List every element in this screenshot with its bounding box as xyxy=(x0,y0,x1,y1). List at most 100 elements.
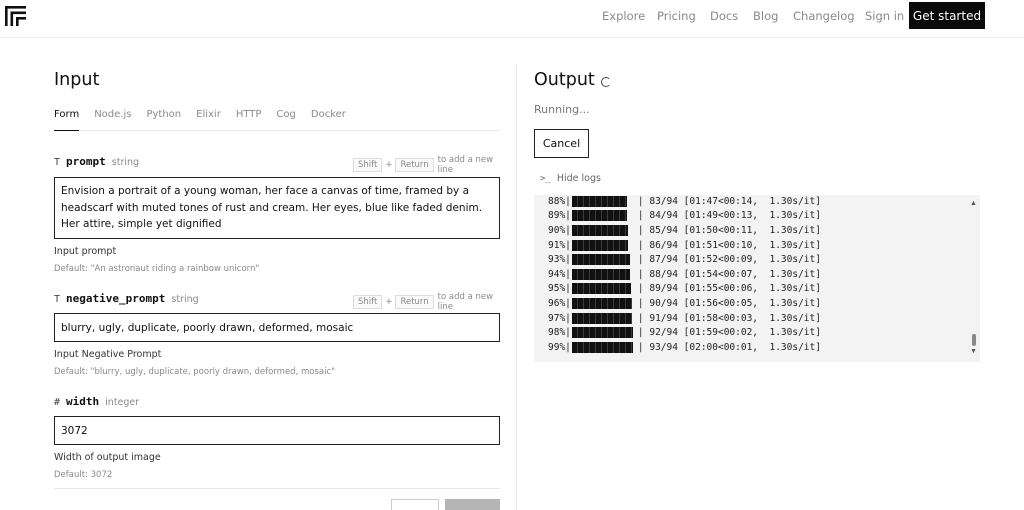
log-detail: 88/94 [01:54<00:07, 1.30s/it] xyxy=(643,268,821,280)
log-progress-bar xyxy=(571,224,628,236)
log-percent: 94% xyxy=(548,268,566,280)
shift-key: Shift xyxy=(353,158,383,172)
tab-nodejs[interactable]: Node.js xyxy=(94,106,131,131)
output-title: Output xyxy=(534,70,595,90)
scroll-up-arrow-icon[interactable]: ▲ xyxy=(970,200,977,207)
width-field-type: integer xyxy=(105,397,140,408)
nav-link-explore[interactable]: Explore xyxy=(602,9,645,23)
log-bar-left-edge: | xyxy=(565,297,571,309)
log-progress-bar xyxy=(571,254,630,266)
log-progress-bar xyxy=(571,327,633,339)
newline-hint-text: to add a new line xyxy=(437,155,494,175)
plus-sign: + xyxy=(385,160,393,170)
tab-elixir[interactable]: Elixir xyxy=(196,106,221,131)
log-detail: 85/94 [01:50<00:11, 1.30s/it] xyxy=(643,224,821,236)
log-bar-left-edge: | xyxy=(565,224,571,236)
width-label: # width integer xyxy=(54,395,139,408)
log-detail: 92/94 [01:59<00:02, 1.30s/it] xyxy=(643,327,821,339)
reset-button[interactable] xyxy=(391,499,439,510)
log-line: 93% | | 87/94 [01:52<00:09, 1.30s/it] xyxy=(548,252,821,267)
prompt-label: T prompt string xyxy=(54,155,139,168)
log-line: 99% | | 93/94 [02:00<00:01, 1.30s/it] xyxy=(548,340,821,355)
hide-logs-toggle[interactable]: >_ Hide logs xyxy=(540,173,601,184)
log-line: 88% | | 83/94 [01:47<00:14, 1.30s/it] xyxy=(548,195,821,209)
log-bar-left-edge: | xyxy=(565,239,571,251)
text-type-icon: T xyxy=(54,157,61,168)
nav-link-pricing[interactable]: Pricing xyxy=(657,9,696,23)
nav-link-docs[interactable]: Docs xyxy=(710,9,738,23)
tab-form[interactable]: Form xyxy=(54,106,80,131)
prompt-textarea[interactable]: Envision a portrait of a young woman, he… xyxy=(54,177,500,239)
run-button[interactable] xyxy=(445,499,500,510)
log-progress-bar xyxy=(571,283,631,295)
log-percent: 98% xyxy=(548,327,566,339)
tab-cog[interactable]: Cog xyxy=(276,106,295,131)
form-divider xyxy=(54,488,500,489)
newline-hint: Shift + Return to add a new line xyxy=(353,155,500,175)
log-progress-bar xyxy=(571,239,628,251)
log-detail: 90/94 [01:56<00:05, 1.30s/it] xyxy=(643,297,821,309)
log-detail: 87/94 [01:52<00:09, 1.30s/it] xyxy=(643,254,821,266)
text-type-icon: T xyxy=(54,294,61,305)
cancel-button[interactable]: Cancel xyxy=(534,129,589,158)
hide-logs-label: Hide logs xyxy=(556,173,601,184)
return-key: Return xyxy=(395,158,434,172)
logs-panel[interactable]: 88% | | 83/94 [01:47<00:14, 1.30s/it] 89% | |… xyxy=(534,195,980,362)
log-progress-bar xyxy=(571,210,627,222)
log-percent: 89% xyxy=(548,210,566,222)
log-percent: 96% xyxy=(548,297,566,309)
number-type-icon: # xyxy=(54,397,61,408)
output-heading: Output xyxy=(534,70,611,90)
newline-hint: Shift + Return to add a new line xyxy=(353,292,500,312)
log-progress-bar xyxy=(571,341,633,353)
log-progress-bar xyxy=(571,297,632,309)
return-key: Return xyxy=(395,295,434,309)
log-line: 96% | | 90/94 [01:56<00:05, 1.30s/it] xyxy=(548,296,821,311)
scroll-down-arrow-icon[interactable]: ▼ xyxy=(970,348,977,355)
log-progress-bar xyxy=(571,268,630,280)
width-default: Default: 3072 xyxy=(54,470,113,480)
log-line: 95% | | 89/94 [01:55<00:06, 1.30s/it] xyxy=(548,282,821,297)
negative-prompt-help: Input Negative Prompt xyxy=(54,349,162,360)
log-bar-left-edge: | xyxy=(565,268,571,280)
log-bar-left-edge: | xyxy=(565,210,571,222)
input-tabs: Form Node.js Python Elixir HTTP Cog Dock… xyxy=(54,106,500,131)
width-field-name: width xyxy=(66,395,100,408)
nav-link-sign-in[interactable]: Sign in xyxy=(865,9,904,23)
width-help: Width of output image xyxy=(54,452,161,463)
nav-link-blog[interactable]: Blog xyxy=(753,9,778,23)
tab-python[interactable]: Python xyxy=(146,106,181,131)
log-bar-left-edge: | xyxy=(565,195,571,207)
loading-spinner-icon xyxy=(600,76,611,87)
tab-docker[interactable]: Docker xyxy=(311,106,346,131)
log-line: 91% | | 86/94 [01:51<00:10, 1.30s/it] xyxy=(548,238,821,253)
run-status: Running... xyxy=(534,103,590,116)
log-percent: 93% xyxy=(548,254,566,266)
logs-scrollbar-thumb[interactable] xyxy=(972,334,976,346)
nav-link-changelog[interactable]: Changelog xyxy=(793,9,855,23)
negative-prompt-input[interactable]: blurry, ugly, duplicate, poorly drawn, d… xyxy=(54,313,500,342)
log-percent: 97% xyxy=(548,312,566,324)
negative-prompt-default: Default: "blurry, ugly, duplicate, poorl… xyxy=(54,367,336,377)
log-percent: 91% xyxy=(548,239,566,251)
log-percent: 95% xyxy=(548,283,566,295)
log-detail: 91/94 [01:58<00:03, 1.30s/it] xyxy=(643,312,821,324)
width-input[interactable]: 3072 xyxy=(54,416,500,445)
log-progress-bar xyxy=(571,312,632,324)
log-line: 94% | | 88/94 [01:54<00:07, 1.30s/it] xyxy=(548,267,821,282)
log-detail: 84/94 [01:49<00:13, 1.30s/it] xyxy=(643,210,821,222)
log-line: 98% | | 92/94 [01:59<00:02, 1.30s/it] xyxy=(548,325,821,340)
column-divider xyxy=(516,64,517,510)
prompt-field-name: prompt xyxy=(66,155,106,168)
log-bar-left-edge: | xyxy=(565,327,571,339)
prompt-default: Default: "An astronaut riding a rainbow … xyxy=(54,264,260,274)
log-percent: 90% xyxy=(548,224,566,236)
plus-sign: + xyxy=(385,297,393,307)
log-detail: 93/94 [02:00<00:01, 1.30s/it] xyxy=(643,341,821,353)
get-started-button[interactable]: Get started xyxy=(909,2,985,29)
log-percent: 99% xyxy=(548,341,566,353)
replicate-logo-icon[interactable] xyxy=(4,4,28,28)
tab-http[interactable]: HTTP xyxy=(236,106,262,131)
log-progress-bar xyxy=(571,195,627,207)
log-bar-left-edge: | xyxy=(565,254,571,266)
